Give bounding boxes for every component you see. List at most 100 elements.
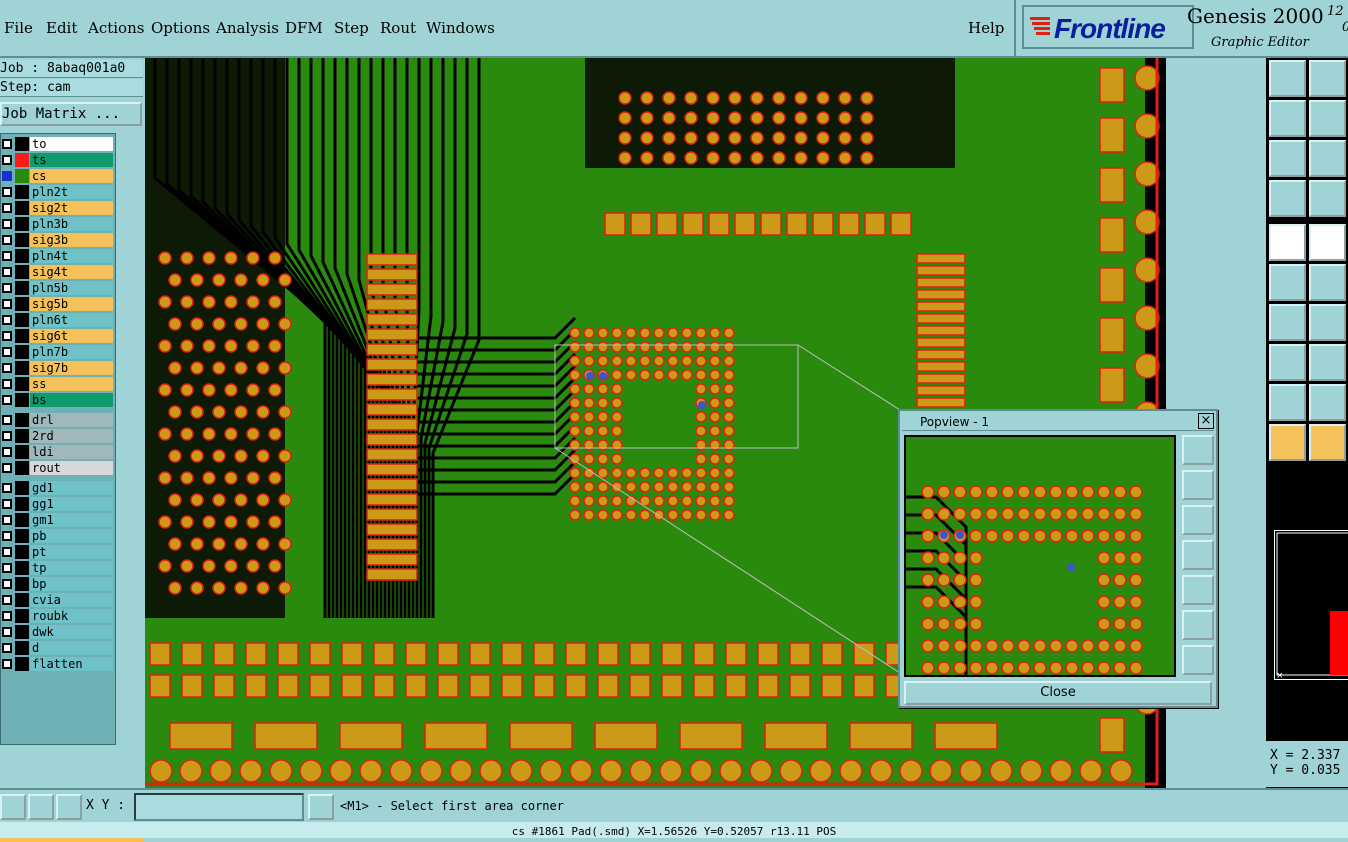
layer-checkbox[interactable]	[2, 315, 12, 325]
popview-zoom-window-icon[interactable]	[1182, 435, 1214, 465]
popview-pan-left-icon[interactable]	[1182, 540, 1214, 570]
layer-checkbox[interactable]	[2, 627, 12, 637]
layer-row[interactable]: gm1	[1, 512, 115, 528]
layer-checkbox[interactable]	[2, 483, 12, 493]
layer-row[interactable]: gd1	[1, 480, 115, 496]
layer-name[interactable]: 2rd	[30, 429, 113, 443]
layer-color-swatch[interactable]	[15, 593, 29, 607]
layer-row[interactable]: pln7b	[1, 344, 115, 360]
layer-row[interactable]: bs	[1, 392, 115, 408]
popview-center-icon[interactable]	[1182, 645, 1214, 675]
pan-right-icon[interactable]	[1309, 100, 1346, 137]
layer-name[interactable]: sig4t	[30, 265, 113, 279]
layer-name[interactable]: gd1	[30, 481, 113, 495]
layer-checkbox[interactable]	[2, 171, 12, 181]
layer-color-swatch[interactable]	[15, 329, 29, 343]
grid-icon[interactable]	[1309, 180, 1346, 217]
layer-color-swatch[interactable]	[15, 265, 29, 279]
layer-name[interactable]: pb	[30, 529, 113, 543]
layer-color-swatch[interactable]	[15, 445, 29, 459]
layer-name[interactable]: rout	[30, 461, 113, 475]
triangle-icon[interactable]	[1269, 384, 1306, 421]
layer-color-swatch[interactable]	[15, 413, 29, 427]
layer-row[interactable]: flatten	[1, 656, 115, 672]
pointer-icon[interactable]	[1269, 424, 1306, 461]
layer-checkbox[interactable]	[2, 283, 12, 293]
layer-name[interactable]: pt	[30, 545, 113, 559]
layer-name[interactable]: sig6t	[30, 329, 113, 343]
layer-color-swatch[interactable]	[15, 233, 29, 247]
layer-checkbox[interactable]	[2, 659, 12, 669]
layer-row[interactable]: pln6t	[1, 312, 115, 328]
layer-checkbox[interactable]	[2, 431, 12, 441]
layer-color-swatch[interactable]	[15, 461, 29, 475]
layer-row[interactable]: sig2t	[1, 200, 115, 216]
layer-color-swatch[interactable]	[15, 625, 29, 639]
popview-zoom-out-icon[interactable]	[1182, 505, 1214, 535]
layer-row[interactable]: sig4t	[1, 264, 115, 280]
layer-color-swatch[interactable]	[15, 201, 29, 215]
layer-name[interactable]: roubk	[30, 609, 113, 623]
layer-row[interactable]: bp	[1, 576, 115, 592]
layer-color-swatch[interactable]	[15, 249, 29, 263]
layer-checkbox[interactable]	[2, 515, 12, 525]
menu-windows[interactable]: Windows	[426, 19, 495, 37]
layer-name[interactable]: dwk	[30, 625, 113, 639]
layer-color-swatch[interactable]	[15, 345, 29, 359]
zoom-center-icon[interactable]	[1309, 140, 1346, 177]
layer-color-swatch[interactable]	[15, 393, 29, 407]
layer-name[interactable]: gm1	[30, 513, 113, 527]
layer-checkbox[interactable]	[2, 347, 12, 357]
layer-name[interactable]: sig5b	[30, 297, 113, 311]
layer-checkbox[interactable]	[2, 219, 12, 229]
menu-edit[interactable]: Edit	[46, 19, 77, 37]
layer-row[interactable]: dwk	[1, 624, 115, 640]
layer-row[interactable]: sig3b	[1, 232, 115, 248]
layer-name[interactable]: pln7b	[30, 345, 113, 359]
layer-name[interactable]: cs	[30, 169, 113, 183]
layer-checkbox[interactable]	[2, 611, 12, 621]
layer-color-swatch[interactable]	[15, 481, 29, 495]
layer-row[interactable]: ss	[1, 376, 115, 392]
snap-status-icon[interactable]	[56, 794, 82, 820]
layer-row[interactable]: sig7b	[1, 360, 115, 376]
route-icon[interactable]	[1309, 384, 1346, 421]
popview-close-button[interactable]: Close	[904, 681, 1212, 705]
layer-row[interactable]: pt	[1, 544, 115, 560]
layer-color-swatch[interactable]	[15, 153, 29, 167]
layer-name[interactable]: pln4t	[30, 249, 113, 263]
layer-color-swatch[interactable]	[15, 281, 29, 295]
layer-name[interactable]: pln6t	[30, 313, 113, 327]
layer-color-swatch[interactable]	[15, 185, 29, 199]
layer-color-swatch[interactable]	[15, 137, 29, 151]
layer-row[interactable]: pln5b	[1, 280, 115, 296]
layer-name[interactable]: sig3b	[30, 233, 113, 247]
layer-row[interactable]: pln3b	[1, 216, 115, 232]
layer-checkbox[interactable]	[2, 643, 12, 653]
menu-dfm[interactable]: DFM	[285, 19, 323, 37]
layer-checkbox[interactable]	[2, 299, 12, 309]
layer-color-swatch[interactable]	[15, 361, 29, 375]
layer-row[interactable]: pln4t	[1, 248, 115, 264]
layer-checkbox[interactable]	[2, 595, 12, 605]
layer-row[interactable]: cvia	[1, 592, 115, 608]
layer-checkbox[interactable]	[2, 235, 12, 245]
layer-checkbox[interactable]	[2, 251, 12, 261]
layer-name[interactable]: ss	[30, 377, 113, 391]
popview-zoom-in-icon[interactable]	[1182, 470, 1214, 500]
layer-checkbox[interactable]	[2, 499, 12, 509]
layer-color-swatch[interactable]	[15, 217, 29, 231]
layer-name[interactable]: ldi	[30, 445, 113, 459]
layer-row[interactable]: gg1	[1, 496, 115, 512]
layer-checkbox[interactable]	[2, 267, 12, 277]
layer-checkbox[interactable]	[2, 203, 12, 213]
popview-fit-icon[interactable]	[1182, 610, 1214, 640]
overview-map[interactable]: ×	[1274, 530, 1348, 681]
close-icon[interactable]: ×	[1198, 413, 1214, 429]
layer-color-swatch[interactable]	[15, 657, 29, 671]
layer-name[interactable]: sig7b	[30, 361, 113, 375]
layer-name[interactable]: bs	[30, 393, 113, 407]
zoom-top-icon[interactable]	[1269, 60, 1306, 97]
pointer-select-icon[interactable]	[1309, 424, 1346, 461]
cross-icon[interactable]	[1309, 264, 1346, 301]
